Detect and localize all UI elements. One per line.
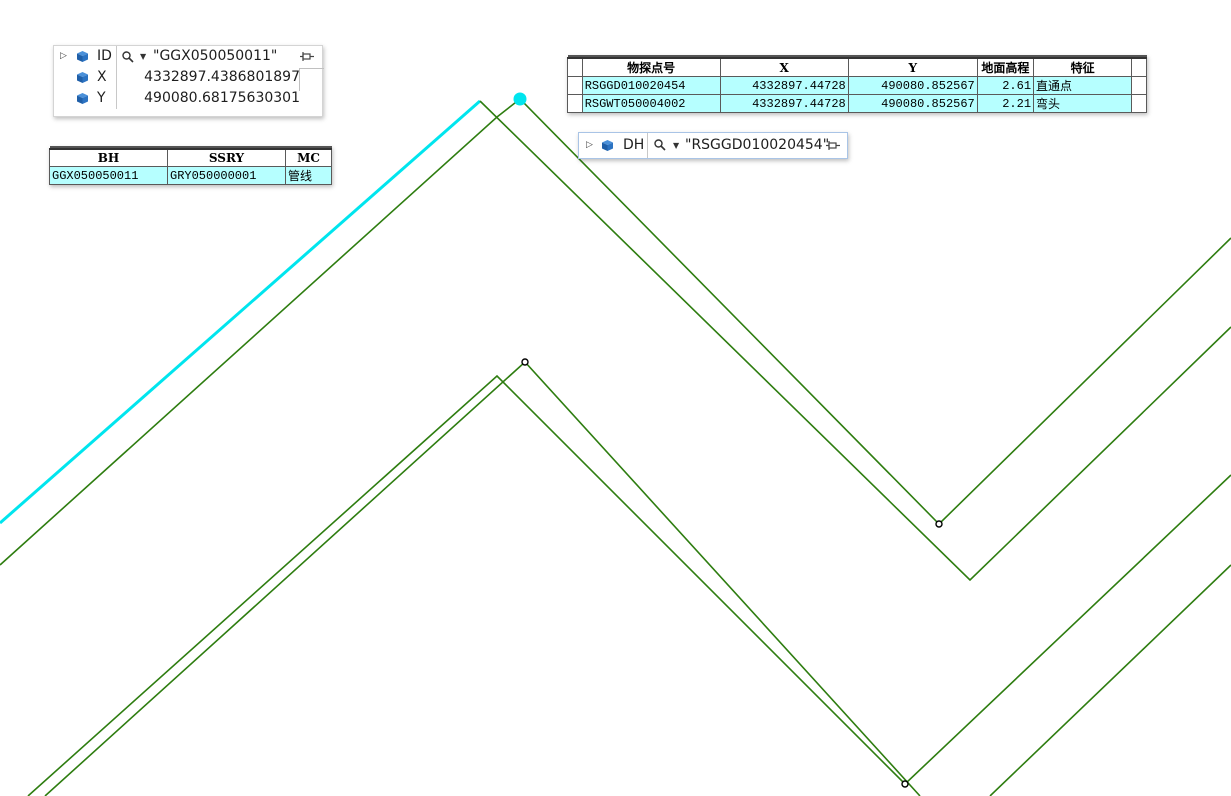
row-selector[interactable] [567,94,583,113]
dropdown-arrow-icon[interactable]: ▼ [140,46,146,67]
layer-cube-icon [602,140,613,151]
tip-row-id[interactable]: ▷ ID ▼ "GGX050050011" [54,46,322,67]
point-attribute-table: 物探点号 X Y 地面高程 特征 RSGGD010020454 4332897.… [567,55,1147,113]
column-header[interactable]: 物探点号 [581,57,721,77]
map-canvas[interactable] [0,0,1231,796]
column-header[interactable]: 特征 [1033,57,1133,77]
column-header[interactable]: 地面高程 [976,57,1035,77]
vertex-marker[interactable] [901,780,909,788]
tip-row-y[interactable]: Y 490080.68175630301 [54,88,322,109]
pin-icon[interactable] [300,51,314,63]
search-icon[interactable] [654,139,666,151]
expand-triangle-icon[interactable]: ▷ [586,133,593,158]
column-header[interactable]: BH [49,148,168,167]
divider [647,133,648,158]
field-value: 4332897.4386801897 [144,69,300,85]
field-name: ID [97,48,112,64]
field-name: Y [97,90,106,106]
tip-resize-edge [299,68,324,91]
divider [116,46,117,67]
tip-row-x[interactable]: X 4332897.4386801897 [54,67,322,88]
column-header-spare [1131,57,1147,77]
layer-cube-icon [77,72,88,83]
identify-tip-point: ▷ DH ▼ "RSGGD010020454" [578,132,848,159]
table-cell[interactable]: 管线 [285,166,332,185]
divider [116,88,117,109]
table-cell-spare [1131,76,1147,95]
column-header[interactable]: X [719,57,849,77]
field-value: 490080.68175630301 [144,90,300,106]
pipe-line-4[interactable] [44,360,921,796]
vertex-marker[interactable] [521,358,529,366]
layer-cube-icon [77,51,88,62]
table-cell[interactable]: GGX050050011 [49,166,168,185]
pin-icon[interactable] [826,140,840,152]
table-row[interactable]: RSGGD010020454 4332897.44728 490080.8525… [567,76,1147,95]
table-cell[interactable]: 490080.852567 [847,76,978,95]
field-name: DH [623,137,645,153]
tip-row-dh[interactable]: ▷ DH ▼ "RSGGD010020454" [579,133,847,158]
table-cell-spare [1131,94,1147,113]
table-cell[interactable]: 弯头 [1033,94,1133,113]
table-header-row: 物探点号 X Y 地面高程 特征 [567,57,1147,77]
table-cell[interactable]: 2.21 [976,94,1035,113]
row-selector-header [567,57,583,77]
layer-cube-icon [77,93,88,104]
table-row[interactable]: RSGWT050004002 4332897.44728 490080.8525… [567,94,1147,113]
vertex-marker[interactable] [935,520,943,528]
row-selector[interactable] [567,76,583,95]
table-cell[interactable]: 4332897.44728 [719,94,849,113]
column-header[interactable]: Y [847,57,978,77]
table-row[interactable]: GGX050050011 GRY050000001 管线 [49,166,332,185]
table-cell[interactable]: RSGGD010020454 [581,76,721,95]
column-header[interactable]: SSRY [167,148,286,167]
table-cell[interactable]: GRY050000001 [167,166,286,185]
pipe-line-5[interactable] [989,564,1231,796]
pipe-line-3[interactable] [27,374,1231,796]
line-attribute-table: BH SSRY MC GGX050050011 GRY050000001 管线 [49,146,332,185]
table-header-row: BH SSRY MC [49,148,332,167]
table-cell[interactable]: 2.61 [976,76,1035,95]
field-value: "RSGGD010020454" [685,137,830,153]
field-value: "GGX050050011" [153,48,278,64]
column-header[interactable]: MC [285,148,332,167]
field-name: X [97,69,107,85]
table-cell[interactable]: 直通点 [1033,76,1133,95]
table-cell[interactable]: 4332897.44728 [719,76,849,95]
identify-tip-line: ▷ ID ▼ "GGX050050011" X 4332897.43868018 [53,45,324,117]
table-cell[interactable]: 490080.852567 [847,94,978,113]
selected-point[interactable] [513,92,527,106]
expand-triangle-icon[interactable]: ▷ [60,46,67,67]
divider [116,67,117,88]
table-cell[interactable]: RSGWT050004002 [581,94,721,113]
dropdown-arrow-icon[interactable]: ▼ [673,133,679,158]
search-icon[interactable] [122,51,134,63]
